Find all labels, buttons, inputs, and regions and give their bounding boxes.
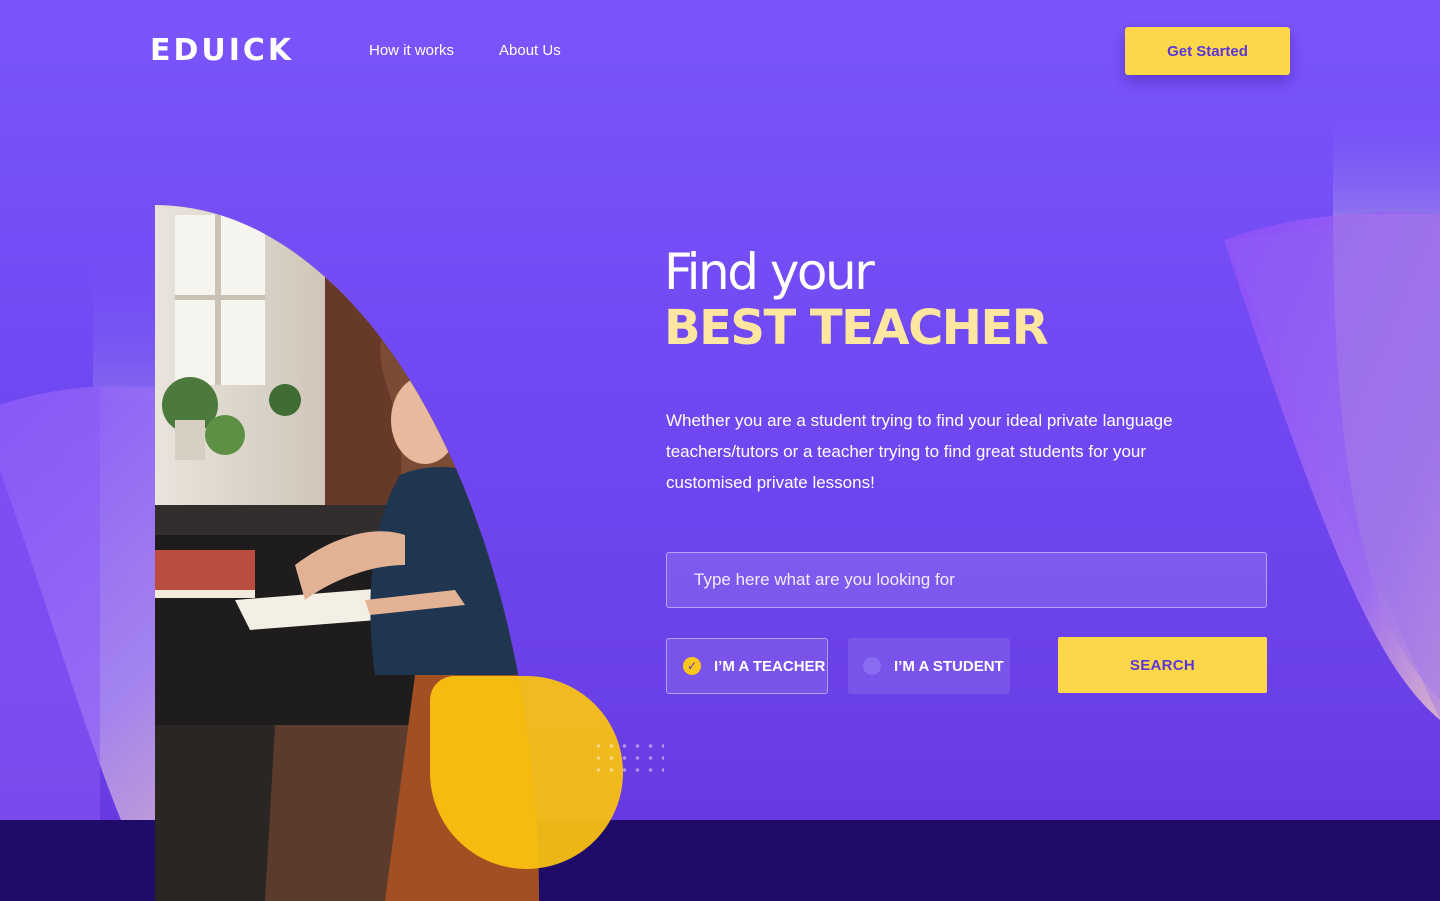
search-input[interactable] bbox=[666, 552, 1267, 608]
hero-title-line2: BEST TEACHER bbox=[664, 300, 1049, 356]
role-student-label: I’M A STUDENT bbox=[894, 657, 1004, 675]
hero-title-line1: Find your bbox=[664, 243, 875, 301]
nav-how-it-works[interactable]: How it works bbox=[369, 42, 454, 60]
hero-description: Whether you are a student trying to find… bbox=[666, 411, 1173, 492]
eduick-logo[interactable]: EDUICK bbox=[150, 36, 294, 66]
search-button[interactable]: SEARCH bbox=[1058, 637, 1267, 693]
role-teacher-label: I’M A TEACHER bbox=[714, 657, 826, 675]
decorative-dot-grid bbox=[592, 740, 664, 776]
radio-dot-icon bbox=[863, 657, 881, 675]
nav-about-us[interactable]: About Us bbox=[499, 42, 561, 60]
role-student-option[interactable]: I’M A STUDENT bbox=[848, 638, 1010, 694]
role-teacher-option[interactable]: ✓ I’M A TEACHER bbox=[666, 638, 828, 694]
check-icon: ✓ bbox=[683, 657, 701, 675]
get-started-button[interactable]: Get Started bbox=[1125, 27, 1290, 75]
